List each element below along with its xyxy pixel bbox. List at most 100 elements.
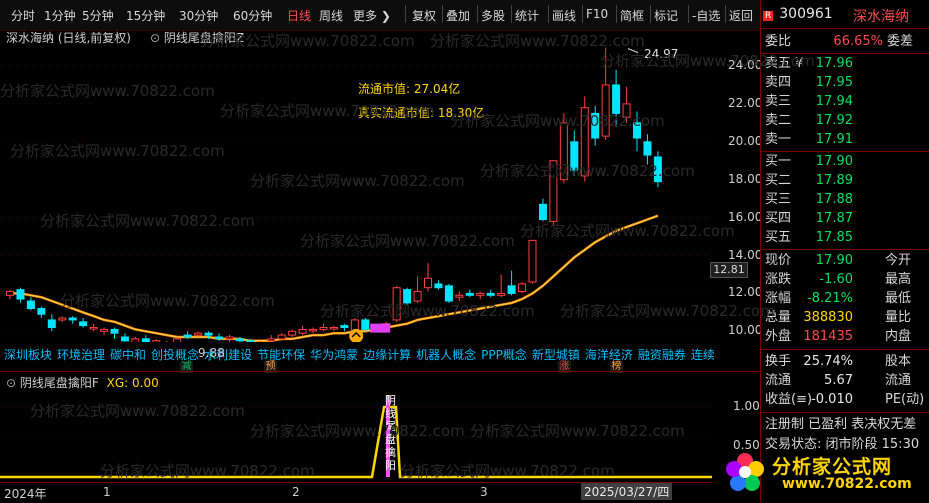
candle-body (120, 336, 129, 342)
candle-body (235, 338, 244, 342)
toolbar-separator (725, 5, 726, 23)
concept-tag[interactable]: 华为鸿蒙 (310, 348, 358, 362)
candle-body (601, 84, 610, 137)
concept-tag[interactable]: PPP概念 (481, 348, 527, 362)
bid-label: 买三 (765, 192, 792, 207)
concept-tag[interactable]: 节能环保 (257, 348, 305, 362)
ask-row[interactable]: 卖五 ¥17.96 (765, 55, 929, 73)
candle-body (319, 327, 328, 330)
concept-tag[interactable]: 融资融券 (638, 348, 686, 362)
ratio-label: 委比 (765, 34, 792, 49)
period-tab[interactable]: 30分钟 (179, 7, 218, 24)
bid-row[interactable]: 买一 17.90 (765, 153, 929, 171)
candle-body (246, 340, 255, 342)
candle-body (194, 332, 203, 336)
period-tab[interactable]: 1分钟 (44, 7, 76, 24)
bid-row[interactable]: 买五 17.85 (765, 229, 929, 247)
candle-body (267, 338, 276, 342)
toolbar-button[interactable]: 画线 (552, 7, 576, 24)
y2-tick: 1.00 (733, 399, 760, 413)
stat-label-2: 最高 (885, 272, 912, 287)
ask-row[interactable]: 卖三 17.94 (765, 93, 929, 111)
candle-body (298, 328, 307, 334)
fund-label-2: PE(动) (885, 392, 925, 407)
toolbar-button[interactable]: -自选 (692, 7, 720, 24)
logo: 分析家公式网 www.70822.com (722, 443, 929, 500)
bid-row[interactable]: 买二 17.89 (765, 172, 929, 190)
candle-body (643, 141, 652, 156)
kline-chart[interactable] (0, 42, 712, 342)
stat-label: 涨幅 (765, 291, 792, 306)
concept-tag[interactable]: 海洋经济 (585, 348, 633, 362)
toolbar-button[interactable]: 返回 (729, 7, 753, 24)
candle-body (444, 285, 453, 302)
ratio-row: 委比 66.65% 委差 (765, 33, 929, 51)
toolbar-button[interactable]: 简框 (620, 7, 644, 24)
concept-strip: 深圳板块 环境治理 碳中和 创投概念 水利建设 节能环保 华为鸿蒙 边缘计算 机器人概念 PPP概… (4, 346, 714, 362)
y-tick: 12.00 (728, 285, 763, 300)
concept-tag[interactable]: 机器人概念 (416, 348, 476, 362)
period-tab[interactable]: 15分钟 (126, 7, 165, 24)
high-price-label: 24.97 (644, 47, 679, 61)
candle-body (89, 327, 98, 330)
candle-body (580, 107, 589, 177)
toolbar-button[interactable]: 叠加 (446, 7, 470, 24)
fund-row: 收益(≡) -0.010 PE(动) (765, 391, 929, 409)
period-tab[interactable]: 5分钟 (82, 7, 114, 24)
period-tab[interactable]: 更多 ❯ (353, 7, 391, 24)
panel-divider (0, 371, 760, 372)
stat-value: 181435 (803, 329, 853, 344)
signal-block (370, 323, 391, 333)
candle-body (141, 338, 150, 342)
candle-body (215, 336, 223, 340)
candle-body (47, 319, 56, 329)
overlay-fragment: 9.88 (198, 346, 225, 360)
period-tab[interactable]: 日线 (287, 7, 311, 24)
toolbar-button[interactable]: 标记 (654, 7, 678, 24)
x-label: 2024年 (4, 487, 47, 501)
candle-body (403, 289, 412, 304)
concept-tag[interactable]: 连续亏损 (691, 348, 714, 362)
bid-label: 买五 (765, 230, 792, 245)
concept-tag[interactable]: 碳中和 (110, 348, 146, 362)
concept-tag[interactable]: 深圳板块 (4, 348, 52, 362)
ask-price: 17.95 (815, 75, 853, 90)
ask-row[interactable]: 卖一 17.91 (765, 131, 929, 149)
signal-char: 擒 (385, 446, 396, 459)
candle-body (653, 156, 662, 183)
toolbar-button[interactable]: 复权 (412, 7, 436, 24)
stat-label-2: 内盘 (885, 329, 912, 344)
candle-body (528, 239, 537, 283)
candle-body (340, 325, 349, 329)
candle-body (26, 300, 35, 310)
toolbar-button[interactable]: 统计 (515, 7, 539, 24)
toolbar-button[interactable]: F10 (586, 7, 608, 21)
stat-row: 总量 388830 量比 (765, 309, 929, 327)
period-tab[interactable]: 分时 (11, 7, 35, 24)
concept-tag[interactable]: 新型城镇 (532, 348, 580, 362)
candle-body (329, 327, 338, 330)
ask-price: 17.92 (815, 113, 853, 128)
toolbar-separator (442, 5, 443, 23)
toolbar-separator (548, 5, 549, 23)
toolbar-button[interactable]: 多股 (481, 7, 505, 24)
stat-value: 17.90 (815, 253, 853, 268)
bid-price: 17.87 (815, 211, 853, 226)
candle-body (455, 294, 464, 298)
period-tab[interactable]: 周线 (319, 7, 343, 24)
toolbar-separator (405, 5, 406, 23)
ask-row[interactable]: 卖四 17.95 (765, 74, 929, 92)
real-cap-label: 真实流通市值: 18.30亿 (358, 106, 485, 120)
high-marker (627, 48, 639, 54)
concept-tag[interactable]: 环境治理 (57, 348, 105, 362)
bid-row[interactable]: 买四 17.87 (765, 210, 929, 228)
concept-tag[interactable]: 创投概念 (151, 348, 199, 362)
signal-chart[interactable] (0, 385, 712, 482)
stat-row: 外盘 181435 内盘 (765, 328, 929, 346)
concept-tag[interactable]: 边缘计算 (363, 348, 411, 362)
period-tab[interactable]: 60分钟 (233, 7, 272, 24)
stat-row: 涨跌 -1.60 最高 (765, 271, 929, 289)
ask-label: 卖二 (765, 113, 792, 128)
ask-row[interactable]: 卖二 17.92 (765, 112, 929, 130)
bid-row[interactable]: 买三 17.88 (765, 191, 929, 209)
